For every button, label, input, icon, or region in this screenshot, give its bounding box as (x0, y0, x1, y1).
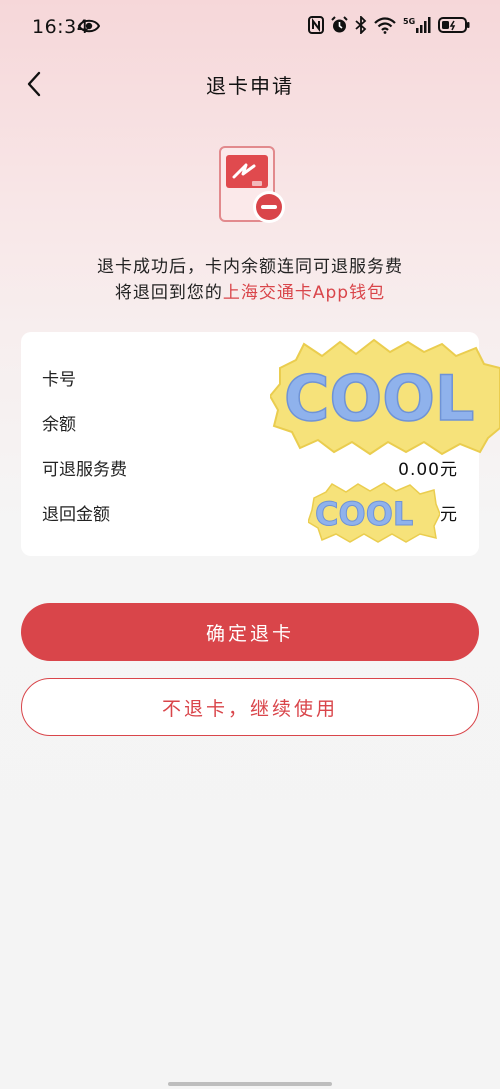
eye-icon (77, 18, 101, 38)
signal-icon: 5G (403, 16, 431, 34)
service-fee-label: 可退服务费 (42, 459, 127, 480)
refund-amount-label: 退回金额 (42, 504, 110, 525)
page-title: 退卡申请 (206, 74, 294, 98)
nfc-icon (308, 16, 324, 34)
svg-text:5G: 5G (403, 17, 415, 26)
bluetooth-icon (355, 16, 367, 34)
status-icons: 5G (308, 16, 470, 34)
refund-amount-value: 元 (440, 504, 458, 525)
balance-label: 余额 (42, 414, 76, 435)
battery-icon (438, 16, 470, 34)
sticker-text: COOL (284, 362, 474, 435)
confirm-refund-button[interactable]: 确定退卡 (21, 603, 479, 661)
detail-row-service-fee: 可退服务费 0.00元 (42, 454, 458, 480)
wallet-link[interactable]: 上海交通卡App钱包 (223, 283, 385, 303)
wifi-icon (374, 16, 396, 34)
refund-info-text: 退卡成功后，卡内余额连同可退服务费 将退回到您的上海交通卡App钱包 (0, 254, 500, 306)
info-line-1: 退卡成功后，卡内余额连同可退服务费 (97, 257, 403, 277)
sticker-text-small: COOL (315, 495, 413, 533)
card-remove-icon (216, 144, 290, 226)
service-fee-value: 0.00元 (398, 459, 458, 480)
status-bar: 16:34 5G (0, 0, 500, 56)
info-line-2: 将退回到您的上海交通卡App钱包 (0, 280, 500, 306)
cool-sticker-large: COOL (268, 338, 500, 456)
nav-bar: 退卡申请 (0, 56, 500, 112)
keep-card-button[interactable]: 不退卡，继续使用 (21, 678, 479, 736)
cool-sticker-small: COOL (307, 482, 441, 544)
alarm-icon (331, 16, 348, 34)
card-number-label: 卡号 (42, 369, 76, 390)
home-indicator[interactable] (168, 1082, 332, 1086)
info-line-2-prefix: 将退回到您的 (114, 283, 223, 303)
